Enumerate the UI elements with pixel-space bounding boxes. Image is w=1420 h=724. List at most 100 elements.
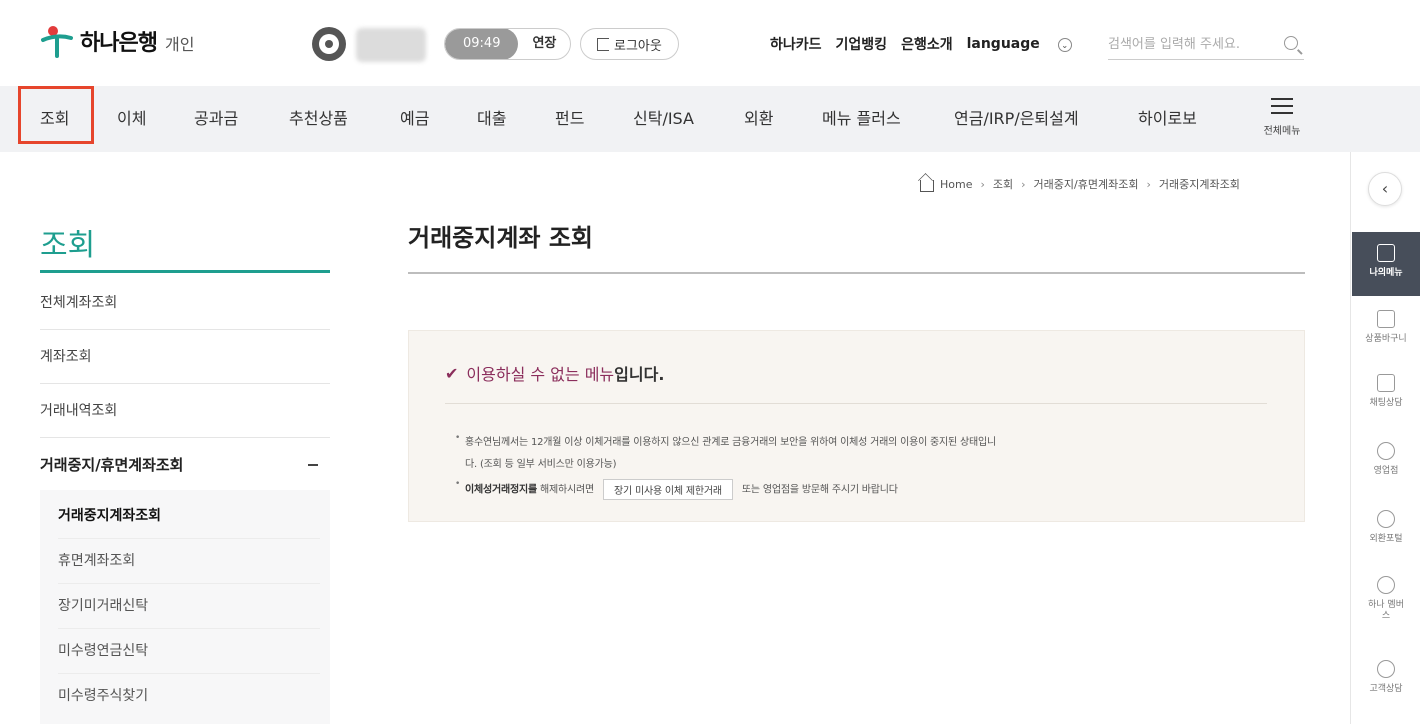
hana-logo-icon (40, 24, 74, 58)
notice-line-1: • 홍수연님께서는 12개월 이상 이체거래를 이용하지 않으신 관계로 금융거… (455, 433, 997, 448)
chat-icon (1377, 374, 1395, 392)
rail-item-hana-members[interactable]: 하나 멤버스 (1352, 576, 1420, 622)
breadcrumb-dormant[interactable]: 거래중지/휴면계좌조회 (1034, 176, 1139, 192)
brand-sub: 개인 (164, 35, 195, 54)
nav-item-recommended[interactable]: 추천상품 (289, 86, 348, 152)
sidebar-item-all-accounts[interactable]: 전체계좌조회 (40, 276, 330, 330)
breadcrumb-separator: › (980, 177, 985, 191)
nav-item-forex[interactable]: 외환 (744, 86, 773, 152)
language-label: language (966, 36, 1040, 52)
header: 하나은행 개인 09:49 연장 로그아웃 하나카드 기업뱅킹 은행소개 lan… (0, 0, 1420, 86)
check-icon: ✔ (445, 363, 459, 383)
main-nav: 조회 이체 공과금 추천상품 예금 대출 펀드 신탁/ISA 외환 메뉴 플러스… (0, 86, 1420, 152)
extend-session-button[interactable]: 연장 (518, 29, 570, 59)
brand-name: 하나은행 (80, 31, 158, 56)
nav-item-trust-isa[interactable]: 신탁/ISA (633, 86, 694, 152)
nav-item-pension[interactable]: 연금/IRP/은퇴설계 (954, 86, 1079, 152)
sidebar-subitem-suspended[interactable]: 거래중지계좌조회 (58, 494, 320, 539)
rail-item-branch[interactable]: 영업점 (1352, 442, 1420, 477)
username-blurred (356, 28, 426, 62)
search-box (1108, 30, 1304, 60)
rail-item-cart[interactable]: 상품바구니 (1352, 310, 1420, 345)
session-time: 09:49 (445, 29, 519, 59)
notice-line-3: • 이체성거래정지를 해제하시려면 장기 미사용 이체 제한거래 또는 영업점을… (455, 479, 898, 500)
sidebar-title: 조회 (40, 228, 96, 263)
rail-collapse-button[interactable]: ‹ (1368, 172, 1402, 206)
session-timer: 09:49 연장 (444, 28, 572, 60)
location-pin-icon (1377, 442, 1395, 460)
bullet-icon: • (455, 433, 461, 443)
nav-item-menu-plus[interactable]: 메뉴 플러스 (822, 86, 901, 152)
sidebar-item-transactions[interactable]: 거래내역조회 (40, 384, 330, 438)
chevron-down-icon: ⌄ (1057, 38, 1072, 52)
top-links: 하나카드 기업뱅킹 은행소개 language ⌄ (770, 34, 1100, 54)
notice-line-3-pre: 해제하시려면 (539, 484, 594, 496)
notice-divider (445, 403, 1267, 404)
all-menu-button[interactable]: 전체메뉴 (1258, 98, 1306, 137)
rail-label-hana-members: 하나 멤버스 (1368, 600, 1404, 621)
nav-item-deposit[interactable]: 예금 (400, 86, 429, 152)
document-icon (1377, 244, 1395, 262)
page-title: 거래중지계좌 조회 (408, 224, 593, 252)
nav-item-hirobo[interactable]: 하이로보 (1138, 86, 1197, 152)
notice-heading-accent: 이용하실 수 없는 메뉴 (466, 365, 615, 384)
title-divider (408, 272, 1305, 274)
sidebar-subitem-dormant[interactable]: 휴면계좌조회 (58, 539, 320, 584)
rail-label-cart: 상품바구니 (1365, 334, 1407, 344)
breadcrumb-separator: › (1021, 177, 1026, 191)
nav-item-transfer[interactable]: 이체 (117, 86, 146, 152)
nav-item-fund[interactable]: 펀드 (555, 86, 584, 152)
brand-logo[interactable]: 하나은행 개인 (40, 24, 194, 58)
notice-heading-rest: 입니다. (614, 365, 665, 384)
cart-icon (1377, 310, 1395, 328)
notice-box: ✔ 이용하실 수 없는 메뉴 입니다. • 홍수연님께서는 12개월 이상 이체… (408, 330, 1305, 522)
collapse-minus-icon[interactable] (308, 464, 318, 466)
globe-icon (1377, 510, 1395, 528)
logout-button[interactable]: 로그아웃 (580, 28, 679, 60)
top-link-about[interactable]: 은행소개 (901, 34, 953, 54)
nav-item-loan[interactable]: 대출 (477, 86, 506, 152)
search-icon[interactable] (1284, 36, 1298, 50)
all-menu-label: 전체메뉴 (1263, 126, 1301, 137)
headset-icon (1377, 660, 1395, 678)
notice-heading: ✔ 이용하실 수 없는 메뉴 입니다. (445, 361, 664, 385)
notice-line-3-strong: 이체성거래정지를 (465, 484, 537, 496)
bullet-icon: • (455, 479, 461, 489)
breadcrumb-inquiry[interactable]: 조회 (993, 176, 1013, 192)
notice-line-1-text: 홍수연님께서는 12개월 이상 이체거래를 이용하지 않으신 관계로 금융거래의… (465, 437, 997, 448)
logout-label: 로그아웃 (614, 38, 662, 54)
home-icon (920, 180, 934, 192)
breadcrumb: Home › 조회 › 거래중지/휴면계좌조회 › 거래중지계좌조회 (920, 176, 1240, 192)
search-input[interactable] (1108, 30, 1273, 58)
breadcrumb-current: 거래중지계좌조회 (1158, 178, 1240, 191)
sidebar-item-dormant-label: 거래중지/휴면계좌조회 (40, 456, 184, 474)
language-selector[interactable]: language ⌄ (967, 36, 1086, 52)
notice-line-3-post: 또는 영업점을 방문해 주시기 바랍니다 (741, 484, 898, 496)
sidebar-subitem-long-unused-trust[interactable]: 장기미거래신탁 (58, 584, 320, 629)
logout-icon (597, 37, 609, 51)
rail-item-my-menu[interactable]: 나의메뉴 (1352, 232, 1420, 296)
rail-label-forex-portal: 외환포털 (1369, 534, 1403, 544)
rail-item-chat[interactable]: 채팅상담 (1352, 374, 1420, 409)
notice-line-2: 다. (조회 등 일부 서비스만 이용가능) (465, 459, 617, 470)
nav-item-utility[interactable]: 공과금 (194, 86, 238, 152)
rail-label-chat: 채팅상담 (1369, 398, 1403, 408)
sidebar-subitem-unclaimed-pension[interactable]: 미수령연금신탁 (58, 629, 320, 674)
user-avatar-icon[interactable] (312, 27, 346, 61)
long-unused-transfer-limit-button[interactable]: 장기 미사용 이체 제한거래 (602, 479, 733, 500)
sidebar-item-dormant[interactable]: 거래중지/휴면계좌조회 (40, 438, 330, 492)
rail-label-customer-center: 고객상담 (1369, 684, 1403, 694)
rail-item-forex-portal[interactable]: 외환포털 (1352, 510, 1420, 545)
breadcrumb-separator: › (1146, 177, 1151, 191)
sidebar-subitem-unclaimed-stock[interactable]: 미수령주식찾기 (58, 674, 320, 719)
rail-label-my-menu: 나의메뉴 (1369, 268, 1403, 278)
rail-label-branch: 영업점 (1373, 466, 1399, 476)
hamburger-icon (1271, 98, 1293, 114)
top-link-hanacard[interactable]: 하나카드 (770, 34, 822, 54)
top-link-corporate[interactable]: 기업뱅킹 (836, 34, 888, 54)
sidebar-title-divider (40, 270, 330, 273)
breadcrumb-home[interactable]: Home (940, 178, 972, 191)
sidebar-item-accounts[interactable]: 계좌조회 (40, 330, 330, 384)
nav-highlight-box (18, 86, 94, 144)
rail-item-customer-center[interactable]: 고객상담 (1352, 660, 1420, 695)
